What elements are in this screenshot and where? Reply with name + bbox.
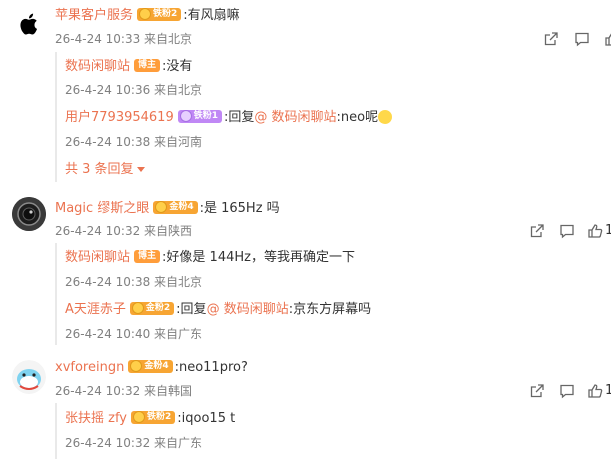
reply-text-line: 张扶摇 zfy 铁粉2 :iqoo15 t xyxy=(65,410,235,428)
mention-link[interactable]: @ 数码闲聊站 xyxy=(207,302,289,317)
fan-badge-icon xyxy=(139,8,152,20)
fan-badge-icon xyxy=(133,411,145,423)
comment-button[interactable] xyxy=(574,31,592,49)
comment-icon xyxy=(575,32,589,47)
reply-text-line: 数码闲聊站 博主:没有 xyxy=(65,58,192,76)
comment-meta: 26-4-24 10:32 来自韩国 xyxy=(55,384,193,398)
reply-text: :没有 xyxy=(162,59,193,74)
fan-badge[interactable]: 铁粉1 xyxy=(177,110,222,123)
fan-badge-label: 铁粉1 xyxy=(193,111,218,121)
username[interactable]: 张扶摇 zfy xyxy=(65,411,127,426)
like-icon xyxy=(588,224,603,238)
fan-badge[interactable]: 铁粉2 xyxy=(137,8,182,21)
comment-button[interactable] xyxy=(559,383,577,401)
username[interactable]: xvforeingn xyxy=(55,360,124,375)
reply-list: 张扶摇 zfy 铁粉2 :iqoo15 t 26-4-24 10:32 来自广东 xyxy=(55,403,611,459)
like-button[interactable] xyxy=(587,223,605,241)
comment-icon xyxy=(560,384,574,399)
like-icon xyxy=(605,33,611,46)
comment-item: 苹果客户服务 铁粉2 :有风扇嘛 26-4-24 10:33 来自北京 数码闲聊站博… xyxy=(0,0,611,185)
apple-logo-icon xyxy=(20,13,37,35)
like-button[interactable] xyxy=(604,31,611,49)
comment-item: Magic 缪斯之眼 金粉4 :是 165Hz 吗 26-4-24 10:32 来自… xyxy=(0,193,611,345)
like-count: 1 xyxy=(605,383,611,398)
share-icon xyxy=(530,224,544,238)
reply-text-line: 数码闲聊站 博主:好像是 144Hz，等我再确定一下 xyxy=(65,249,355,267)
fan-badge[interactable]: 铁粉2 xyxy=(131,411,176,424)
reply-list: 数码闲聊站 博主:好像是 144Hz，等我再确定一下 26-4-24 10:38 … xyxy=(55,243,611,345)
comment-text-line: xvforeingn 金粉4 :neo11pro? xyxy=(55,359,248,377)
username[interactable]: A天涯赤子 xyxy=(65,302,126,317)
comment-icon xyxy=(560,224,574,239)
share-icon xyxy=(530,384,544,398)
reply-text: :好像是 144Hz，等我再确定一下 xyxy=(162,250,355,265)
expand-replies-link[interactable]: 共 3 条回复 xyxy=(65,161,145,179)
like-button[interactable] xyxy=(587,383,605,401)
avatar[interactable] xyxy=(12,360,46,394)
reply-text: :京东方屏幕吗 xyxy=(288,302,372,317)
fan-badge-label: 金粉4 xyxy=(169,202,194,212)
comment-actions: 1 xyxy=(511,383,611,401)
fan-badge-icon xyxy=(179,110,192,122)
host-badge: 博主 xyxy=(134,250,161,263)
fan-badge-label: 金粉4 xyxy=(144,361,169,371)
username[interactable]: 数码闲聊站 xyxy=(65,59,130,74)
like-icon xyxy=(588,384,603,398)
reply-meta: 26-4-24 10:32 来自广东 xyxy=(65,436,203,450)
share-button[interactable] xyxy=(529,223,547,241)
comment-text: :有风扇嘛 xyxy=(183,8,240,23)
reply-text-line: A天涯赤子 金粉2 :回复@ 数码闲聊站:京东方屏幕吗 xyxy=(65,301,371,319)
avatar[interactable] xyxy=(12,197,46,231)
emoji-icon xyxy=(378,109,393,124)
avatar-image xyxy=(12,197,46,231)
fan-badge-icon xyxy=(155,201,168,213)
share-icon xyxy=(544,32,558,46)
fan-badge-label: 铁粉2 xyxy=(147,412,172,422)
reply-text: :iqoo15 t xyxy=(177,411,236,426)
comment-meta: 26-4-24 10:32 来自陕西 xyxy=(55,224,193,238)
reply-list: 数码闲聊站 博主:没有 26-4-24 10:36 来自北京 用户77939546… xyxy=(55,52,611,182)
fan-badge-icon xyxy=(130,360,143,372)
fan-badge[interactable]: 金粉4 xyxy=(153,201,198,214)
username[interactable]: 数码闲聊站 xyxy=(65,250,130,265)
share-button[interactable] xyxy=(543,31,561,49)
avatar-image xyxy=(12,360,46,394)
share-button[interactable] xyxy=(529,383,547,401)
reply-meta: 26-4-24 10:38 来自河南 xyxy=(65,135,203,149)
like-count: 1 xyxy=(605,223,611,238)
fan-badge-icon xyxy=(131,302,144,314)
username[interactable]: 苹果客户服务 xyxy=(55,8,133,23)
comment-text-line: Magic 缪斯之眼 金粉4 :是 165Hz 吗 xyxy=(55,200,280,218)
comment-actions xyxy=(511,31,611,49)
comment-text: :是 165Hz 吗 xyxy=(199,201,280,216)
caret-down-icon xyxy=(136,167,145,172)
comment-item: xvforeingn 金粉4 :neo11pro? 26-4-24 10:32 来自… xyxy=(0,352,611,459)
reply-meta: 26-4-24 10:38 来自北京 xyxy=(65,275,203,289)
reply-meta: 26-4-24 10:40 来自广东 xyxy=(65,327,203,341)
fan-badge[interactable]: 金粉4 xyxy=(128,360,173,373)
comment-actions: 1 xyxy=(511,223,611,241)
fan-badge-label: 金粉2 xyxy=(145,303,171,313)
reply-meta: 26-4-24 10:36 来自北京 xyxy=(65,83,203,97)
reply-text: :neo呢 xyxy=(336,110,379,125)
username[interactable]: Magic 缪斯之眼 xyxy=(55,201,149,216)
avatar[interactable] xyxy=(12,7,46,41)
comment-meta: 26-4-24 10:33 来自北京 xyxy=(55,32,193,46)
comment-text-line: 苹果客户服务 铁粉2 :有风扇嘛 xyxy=(55,7,240,25)
fan-badge[interactable]: 金粉2 xyxy=(129,302,175,315)
fan-badge-label: 铁粉2 xyxy=(153,9,178,19)
reply-prefix: :回复 xyxy=(176,302,207,317)
comment-button[interactable] xyxy=(559,223,577,241)
reply-prefix: :回复 xyxy=(223,110,255,125)
expand-label: 共 3 条回复 xyxy=(65,162,134,177)
host-badge: 博主 xyxy=(134,59,161,72)
mention-link[interactable]: @ 数码闲聊站 xyxy=(254,110,336,125)
comment-text: :neo11pro? xyxy=(174,360,248,375)
reply-text-line: 用户7793954619 铁粉1 :回复@ 数码闲聊站:neo呢 xyxy=(65,109,393,127)
username[interactable]: 用户7793954619 xyxy=(65,110,174,125)
